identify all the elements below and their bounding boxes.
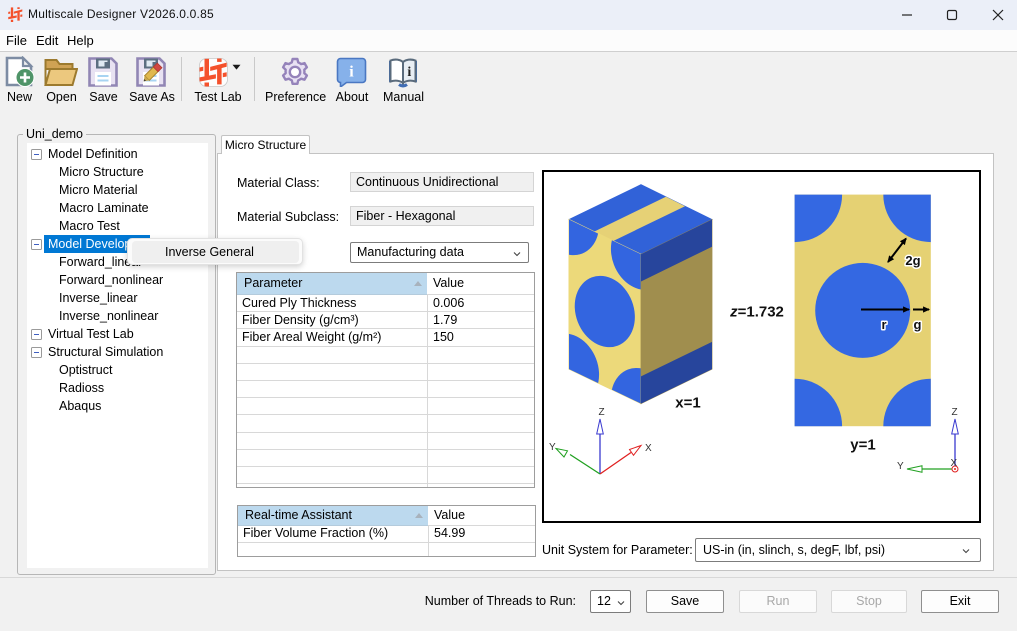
svg-text:Z: Z [952, 407, 958, 418]
svg-text:g: g [914, 317, 922, 332]
svg-text:2g: 2g [905, 253, 920, 268]
svg-text:x=1: x=1 [675, 395, 700, 412]
svg-text:i: i [407, 65, 411, 80]
svg-text:Z: Z [599, 407, 605, 418]
svg-text:Y: Y [549, 442, 556, 453]
svg-text:r: r [881, 317, 886, 332]
svg-text:y=1: y=1 [850, 437, 875, 454]
svg-text:z=1.732: z=1.732 [729, 304, 784, 321]
svg-text:Y: Y [897, 461, 904, 472]
svg-text:i: i [349, 64, 354, 81]
svg-text:X: X [951, 458, 958, 469]
svg-text:X: X [645, 443, 652, 454]
